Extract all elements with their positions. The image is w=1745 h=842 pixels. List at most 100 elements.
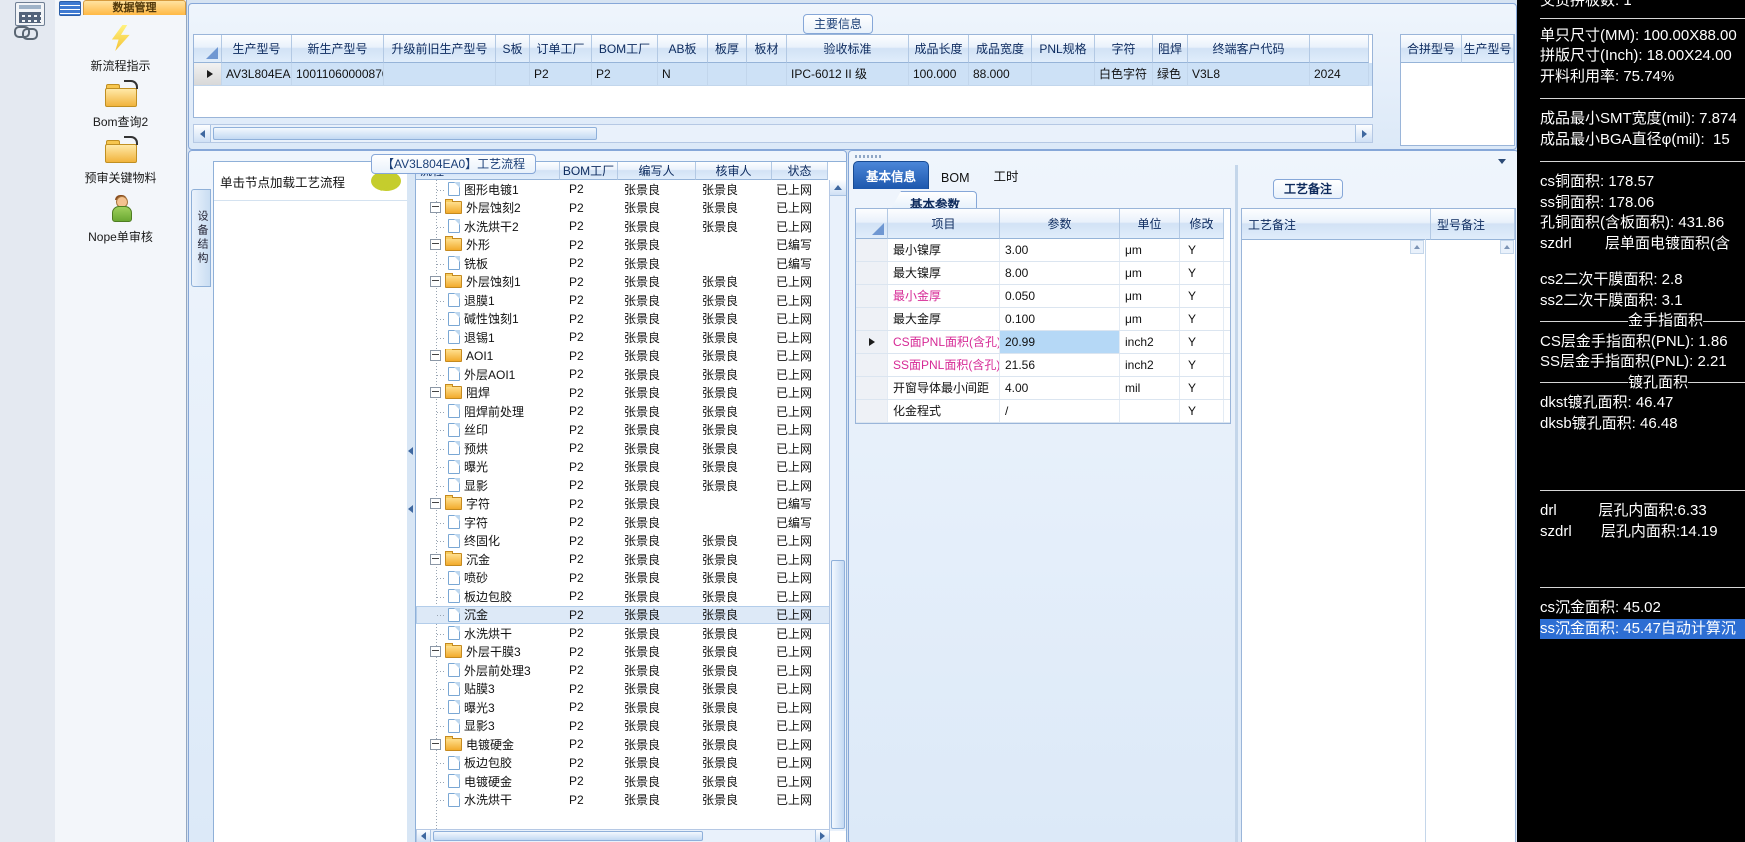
cell[interactable]: V3L8 [1188, 63, 1310, 86]
cell[interactable]: 2024 [1310, 63, 1369, 86]
tree-vscrollbar[interactable] [829, 180, 846, 831]
tree-row[interactable]: AOI1 P2 张景良 张景良 已上网 [416, 347, 830, 366]
param-value-cell[interactable]: 0.050 [1000, 285, 1120, 307]
row-marker[interactable] [856, 400, 888, 422]
tree-row[interactable]: 曝光 P2 张景良 张景良 已上网 [416, 458, 830, 477]
row-marker[interactable] [856, 308, 888, 330]
param-mod-cell[interactable]: Y [1180, 239, 1224, 261]
tree-row[interactable]: 外层前处理3 P2 张景良 张景良 已上网 [416, 661, 830, 680]
scroll-left-button[interactable] [194, 125, 211, 142]
param-value-cell[interactable]: 0.100 [1000, 308, 1120, 330]
param-unit-cell[interactable]: inch2 [1120, 331, 1180, 353]
cell[interactable]: P2 [530, 63, 592, 86]
tree-row[interactable]: 水洗烘干2 P2 张景良 张景良 已上网 [416, 217, 830, 236]
tree-row[interactable]: 碱性蚀刻1 P2 张景良 张景良 已上网 [416, 310, 830, 329]
column-header[interactable]: 板材 [747, 35, 787, 63]
cell[interactable]: 绿色 [1153, 63, 1188, 86]
column-header[interactable]: BOM工厂 [592, 35, 658, 63]
column-header[interactable]: 核审人 [696, 162, 772, 180]
cell[interactable] [708, 63, 747, 86]
column-header[interactable]: 成品长度 [909, 35, 969, 63]
param-name-cell[interactable]: 最小金厚 [888, 285, 1000, 307]
collapse-toggle-icon[interactable] [430, 239, 441, 251]
drag-grip[interactable] [855, 155, 881, 158]
main-info-tab[interactable]: 主要信息 [803, 14, 874, 34]
param-value-cell[interactable]: / [1000, 400, 1120, 422]
param-name-cell[interactable]: 最大镍厚 [888, 262, 1000, 284]
sidebar-item[interactable]: 预审关键物料 [55, 136, 186, 186]
row-marker[interactable] [194, 63, 222, 86]
column-header[interactable]: 合拼型号 [1401, 35, 1462, 63]
tree-row[interactable]: 字符 P2 张景良 已编写 [416, 495, 830, 514]
column-header[interactable]: 成品宽度 [969, 35, 1032, 63]
param-name-cell[interactable]: 化金程式 [888, 400, 1000, 422]
column-header[interactable]: 板厚 [708, 35, 747, 63]
param-row[interactable]: 最小金厚 0.050 μm Y [856, 285, 1230, 308]
cell[interactable] [747, 63, 787, 86]
scroll-up-button[interactable] [830, 180, 846, 196]
tree-row[interactable]: 沉金 P2 张景良 张景良 已上网 [416, 605, 830, 624]
tab[interactable]: BOM [929, 167, 981, 189]
tree-row[interactable]: 水洗烘干 P2 张景良 张景良 已上网 [416, 791, 830, 810]
column-header[interactable]: 字符 [1095, 35, 1153, 63]
column-header[interactable]: 型号备注 [1431, 209, 1515, 240]
param-mod-cell[interactable]: Y [1180, 262, 1224, 284]
param-unit-cell[interactable]: μm [1120, 285, 1180, 307]
param-name-cell[interactable]: CS面PNL面积(含孔) [888, 331, 1000, 353]
column-header[interactable]: 阻焊 [1153, 35, 1188, 63]
param-row[interactable]: 化金程式 / Y [856, 400, 1230, 423]
process-notes-textarea[interactable] [1242, 239, 1426, 842]
cell[interactable]: 88.000 [969, 63, 1032, 86]
column-header[interactable]: 单位 [1120, 209, 1180, 239]
collapse-toggle-icon[interactable] [430, 498, 441, 510]
collapse-toggle-icon[interactable] [430, 350, 441, 362]
param-unit-cell[interactable]: μm [1120, 308, 1180, 330]
param-value-cell[interactable]: 3.00 [1000, 239, 1120, 261]
tree-row[interactable]: 阻焊 P2 张景良 张景良 已上网 [416, 384, 830, 403]
sidebar-item[interactable]: Nope单审核 [55, 195, 186, 245]
column-header[interactable]: S板 [496, 35, 530, 63]
collapse-toggle-icon[interactable] [430, 202, 441, 214]
row-marker[interactable] [856, 354, 888, 376]
tree-row[interactable]: 退膜1 P2 张景良 张景良 已上网 [416, 291, 830, 310]
tree-row[interactable]: 板边包胶 P2 张景良 张景良 已上网 [416, 587, 830, 606]
tree-row[interactable]: 显影 P2 张景良 张景良 已上网 [416, 476, 830, 495]
calculator-icon[interactable] [15, 2, 45, 26]
scroll-up-button[interactable] [1410, 240, 1424, 254]
tree-row[interactable]: 外形 P2 张景良 已编写 [416, 236, 830, 255]
main-info-data-row[interactable]: AV3L804EA0 10011060000870 P2 P2 N IPC-60… [194, 63, 1372, 86]
tree-row[interactable]: 铣板 P2 张景良 已编写 [416, 254, 830, 273]
param-value-cell[interactable]: 20.99 [1000, 331, 1120, 353]
tree-row[interactable]: 外层AOI1 P2 张景良 张景良 已上网 [416, 365, 830, 384]
tree-row[interactable]: 水洗烘干 P2 张景良 张景良 已上网 [416, 624, 830, 643]
main-info-hscrollbar[interactable] [193, 124, 1373, 143]
param-row[interactable]: 最小镍厚 3.00 μm Y [856, 239, 1230, 262]
param-value-cell[interactable]: 4.00 [1000, 377, 1120, 399]
param-unit-cell[interactable] [1120, 400, 1180, 422]
scroll-thumb[interactable] [213, 127, 597, 140]
cell[interactable]: IPC-6012 II 级 [787, 63, 909, 86]
collapse-toggle-icon[interactable] [430, 553, 441, 565]
sidebar-item[interactable]: Bom查询2 [55, 80, 186, 130]
param-row[interactable]: CS面PNL面积(含孔) 20.99 inch2 Y [856, 331, 1230, 354]
column-header[interactable]: 工艺备注 [1242, 209, 1431, 240]
param-unit-cell[interactable]: μm [1120, 262, 1180, 284]
tree-row[interactable]: 预烘 P2 张景良 张景良 已上网 [416, 439, 830, 458]
row-marker[interactable] [856, 331, 888, 353]
tree-row[interactable]: 丝印 P2 张景良 张景良 已上网 [416, 421, 830, 440]
column-header[interactable]: 验收标准 [787, 35, 909, 63]
tree-row[interactable]: 退锡1 P2 张景良 张景良 已上网 [416, 328, 830, 347]
param-row[interactable]: 最大金厚 0.100 μm Y [856, 308, 1230, 331]
tree-row[interactable]: 图形电镀1 P2 张景良 张景良 已上网 [416, 180, 830, 199]
notes-tab[interactable]: 工艺备注 [1273, 179, 1344, 199]
tree-row[interactable]: 电镀硬金 P2 张景良 张景良 已上网 [416, 735, 830, 754]
tree-row[interactable]: 外层蚀刻1 P2 张景良 张景良 已上网 [416, 273, 830, 292]
tree-row[interactable]: 外层蚀刻2 P2 张景良 张景良 已上网 [416, 199, 830, 218]
row-marker[interactable] [856, 262, 888, 284]
sidebar-group-header[interactable]: 数据管理 [55, 0, 186, 16]
collapse-toggle-icon[interactable] [430, 646, 441, 658]
tab-equipment-structure[interactable]: 设备结构 [191, 189, 211, 287]
column-header[interactable]: 项目 [888, 209, 1000, 239]
param-unit-cell[interactable]: inch2 [1120, 354, 1180, 376]
column-header[interactable]: 编写人 [618, 162, 696, 180]
